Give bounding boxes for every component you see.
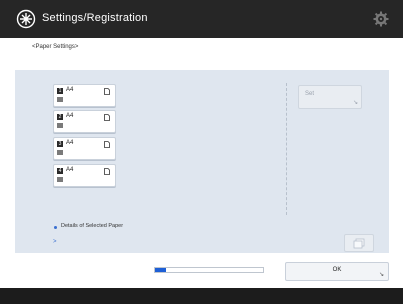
app-title: Settings/Registration [42, 12, 148, 24]
paper-icon [104, 114, 110, 121]
gear-icon[interactable] [373, 11, 389, 27]
corner-arrow-icon: ↘ [378, 272, 384, 278]
tray-number: 4 [57, 168, 63, 174]
tray-1-button[interactable]: 1 A4 [53, 84, 116, 107]
progress-bar-fill [155, 268, 166, 272]
set-button[interactable]: Set ↘ [298, 85, 362, 109]
ok-button[interactable]: OK ↘ [285, 262, 389, 281]
tray-paper-size: A4 [66, 87, 74, 93]
paper-stack-icon [353, 238, 365, 249]
tray-3-button[interactable]: 3 A4 [53, 137, 116, 160]
title-bar: Settings/Registration [0, 0, 403, 38]
paper-icon [104, 168, 110, 175]
set-button-label: Set [305, 91, 315, 97]
bottom-status-bar [0, 288, 403, 304]
tray-number: 3 [57, 141, 63, 147]
tray-paper-size: A4 [66, 167, 74, 173]
tray-number: 2 [57, 114, 63, 120]
details-of-selected-paper-label: Details of Selected Paper [61, 223, 124, 229]
paper-icon [104, 88, 110, 95]
paper-type-icon [57, 97, 63, 102]
paper-type-icon [57, 177, 63, 182]
tray-4-button[interactable]: 4 A4 [53, 164, 116, 187]
details-arrow[interactable]: > [53, 239, 57, 245]
paper-type-icon [57, 123, 63, 128]
paper-details-button[interactable] [344, 234, 374, 252]
progress-bar [154, 267, 264, 273]
tray-number: 1 [57, 88, 63, 94]
paper-icon [104, 141, 110, 148]
tray-paper-size: A4 [66, 113, 74, 119]
corner-arrow-icon: ↘ [352, 100, 358, 106]
ok-button-label: OK [332, 267, 342, 273]
paper-type-icon [57, 150, 63, 155]
settings-registration-icon [16, 9, 36, 29]
breadcrumb: <Paper Settings> [32, 44, 79, 50]
tray-2-button[interactable]: 2 A4 [53, 110, 116, 133]
bullet-icon [54, 226, 57, 229]
tray-paper-size: A4 [66, 140, 74, 146]
panel-divider [286, 83, 287, 215]
